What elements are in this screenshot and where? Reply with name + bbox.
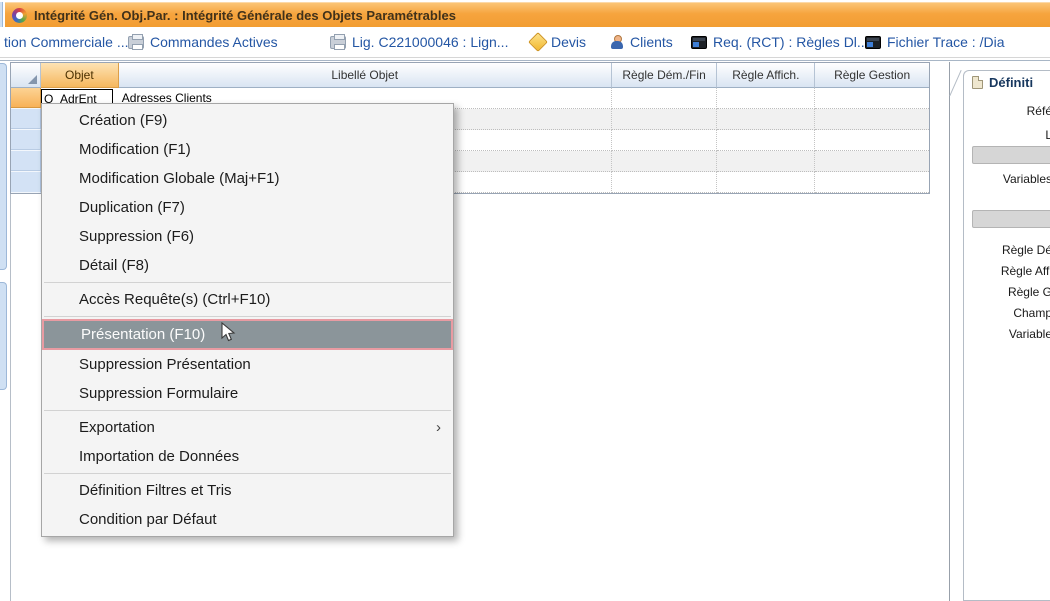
panel-field-bar[interactable] — [972, 210, 1050, 228]
divider — [0, 60, 1050, 61]
menu-item-acces-requetes[interactable]: Accès Requête(s) (Ctrl+F10) — [42, 285, 453, 314]
menu-item-creation[interactable]: Création (F9) — [42, 106, 453, 135]
panel-tab-title: Définiti — [989, 75, 1033, 90]
menu-item-definition-filtres-tris[interactable]: Définition Filtres et Tris — [42, 476, 453, 505]
panel-label-regle-affich: Règle Affi — [852, 264, 1050, 278]
toolbar-item-ligne-commande[interactable]: Lig. C221000046 : Lign... — [330, 27, 508, 57]
cell-regle-affich[interactable] — [717, 109, 815, 130]
menu-separator — [44, 410, 451, 411]
console-icon — [691, 36, 707, 49]
cell-regle-affich[interactable] — [717, 172, 815, 193]
menu-item-suppression-formulaire[interactable]: Suppression Formulaire — [42, 379, 453, 408]
panel-label-regle-gestion: Règle G — [852, 285, 1050, 299]
panel-tab-slant — [949, 70, 961, 96]
row-header[interactable] — [11, 172, 41, 193]
panel-label-reference: Réfé — [852, 104, 1050, 118]
panel-label-regle-dem: Règle Dé — [852, 243, 1050, 257]
cell-regle-affich[interactable] — [717, 130, 815, 151]
row-header[interactable] — [11, 151, 41, 172]
note-icon — [972, 76, 983, 89]
cell-regle-dem[interactable] — [612, 88, 718, 109]
panel-field-bar[interactable] — [972, 146, 1050, 164]
divider — [0, 57, 1050, 58]
open-windows-toolbar: tion Commerciale ... Commandes Actives L… — [0, 27, 1050, 57]
submenu-arrow-icon: › — [436, 413, 441, 442]
console-icon — [865, 36, 881, 49]
docked-tab-strip[interactable] — [0, 63, 7, 270]
cell-regle-affich[interactable] — [717, 151, 815, 172]
column-header-regle-gestion[interactable]: Règle Gestion — [815, 63, 929, 88]
row-header[interactable] — [11, 130, 41, 151]
printer-icon — [330, 36, 346, 49]
row-header[interactable] — [11, 109, 41, 130]
toolbar-item-label: Clients — [630, 34, 673, 50]
corner-triangle-icon — [28, 75, 37, 84]
app-icon — [12, 8, 27, 23]
menu-item-modification-globale[interactable]: Modification Globale (Maj+F1) — [42, 164, 453, 193]
menu-item-label: Exportation — [79, 419, 155, 436]
menu-separator — [44, 316, 451, 317]
cell-regle-dem[interactable] — [612, 130, 718, 151]
menu-item-suppression[interactable]: Suppression (F6) — [42, 222, 453, 251]
toolbar-item-gestion-commerciale[interactable]: tion Commerciale ... — [4, 27, 128, 57]
docked-tab-strip[interactable] — [0, 282, 7, 390]
menu-item-importation-donnees[interactable]: Importation de Données — [42, 442, 453, 471]
menu-item-presentation-highlighted[interactable]: Présentation (F10) — [42, 319, 453, 350]
toolbar-item-devis[interactable]: Devis — [531, 27, 586, 57]
panel-tab-definition[interactable]: Définiti — [972, 75, 1033, 90]
panel-label-libelle: L — [852, 128, 1050, 142]
menu-item-condition-par-defaut[interactable]: Condition par Défaut — [42, 505, 453, 534]
panel-label-champ: Champ — [852, 306, 1050, 320]
column-header-regle-affich[interactable]: Règle Affich. — [717, 63, 815, 88]
window-titlebar: Intégrité Gén. Obj.Par. : Intégrité Géné… — [5, 2, 1050, 27]
panel-label-variables: Variables — [852, 172, 1050, 186]
toolbar-item-requete[interactable]: Req. (RCT) : Règles Dl... — [691, 27, 869, 57]
menu-separator — [44, 473, 451, 474]
toolbar-item-commandes-actives[interactable]: Commandes Actives — [128, 27, 278, 57]
cell-regle-dem[interactable] — [612, 172, 718, 193]
toolbar-item-label: Lig. C221000046 : Lign... — [352, 34, 508, 50]
menu-item-duplication[interactable]: Duplication (F7) — [42, 193, 453, 222]
menu-item-suppression-presentation[interactable]: Suppression Présentation — [42, 350, 453, 379]
toolbar-item-label: Req. (RCT) : Règles Dl... — [713, 34, 869, 50]
cell-regle-affich[interactable] — [717, 88, 815, 109]
grid-header-row: Objet Libellé Objet Règle Dém./Fin Règle… — [11, 63, 929, 88]
column-header-objet[interactable]: Objet — [41, 63, 119, 88]
toolbar-item-label: Fichier Trace : /Dia — [887, 34, 1004, 50]
person-icon — [610, 35, 624, 49]
toolbar-item-label: tion Commerciale ... — [4, 34, 128, 50]
window-title: Intégrité Gén. Obj.Par. : Intégrité Géné… — [34, 8, 456, 23]
cell-regle-dem[interactable] — [612, 151, 718, 172]
column-header-regle-dem-fin[interactable]: Règle Dém./Fin — [612, 63, 718, 88]
devis-icon — [528, 32, 548, 52]
menu-item-exportation[interactable]: Exportation › — [42, 413, 453, 442]
cell-regle-dem[interactable] — [612, 109, 718, 130]
menu-separator — [44, 282, 451, 283]
printer-icon — [128, 36, 144, 49]
toolbar-item-fichier-trace[interactable]: Fichier Trace : /Dia — [865, 27, 1004, 57]
cell-regle-gestion[interactable] — [815, 151, 929, 172]
column-header-libelle-objet[interactable]: Libellé Objet — [119, 63, 612, 88]
toolbar-item-label: Devis — [551, 34, 586, 50]
grid-corner-select-all[interactable] — [11, 63, 41, 88]
panel-label-variable: Variable — [852, 327, 1050, 341]
row-header-selected[interactable] — [11, 88, 41, 109]
toolbar-item-clients[interactable]: Clients — [610, 27, 673, 57]
context-menu: Création (F9) Modification (F1) Modifica… — [41, 103, 454, 537]
menu-item-detail[interactable]: Détail (F8) — [42, 251, 453, 280]
toolbar-item-label: Commandes Actives — [150, 34, 278, 50]
mouse-cursor — [219, 322, 239, 344]
menu-item-modification[interactable]: Modification (F1) — [42, 135, 453, 164]
